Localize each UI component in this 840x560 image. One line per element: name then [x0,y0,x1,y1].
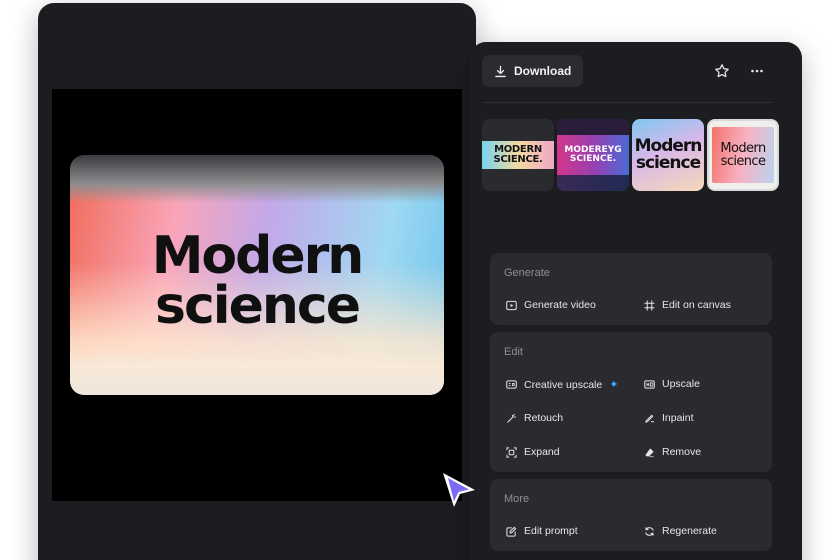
more-horizontal-icon [751,69,763,73]
thumbnail-2[interactable]: MODEREYG SCIENCE. [557,119,629,191]
download-button[interactable]: Download [482,55,584,87]
upscale-button[interactable]: Upscale [644,378,700,390]
frame-icon [644,299,655,311]
edit-title: Edit [504,346,523,358]
generate-video-label: Generate video [524,299,596,311]
cursor-pointer-icon [443,473,475,507]
edit-prompt-button[interactable]: Edit prompt [506,525,578,537]
star-icon [715,64,729,78]
more-title: More [504,493,530,505]
editor-window: Modern science [38,3,476,560]
inpaint-button[interactable]: Inpaint [644,412,694,424]
generate-card: Generate Generate video Edit on canvas [490,253,772,325]
remove-label: Remove [662,446,702,458]
play-icon [506,300,517,310]
edit-card: Edit Creative upscale ✦ Upscale Retouch [490,332,772,472]
inpaint-icon [645,414,655,423]
sparkle-icon: ✦ [609,379,619,391]
regenerate-button[interactable]: Regenerate [644,525,717,537]
expand-icon [506,446,517,458]
thumbnail-3-text: Modern science [635,138,703,173]
actions-panel: Download MODERN SCIENCE. MODEREYG SCIENC… [470,42,802,560]
hd-icon [644,379,655,389]
favorite-button[interactable] [711,60,733,82]
inpaint-label: Inpaint [662,412,694,424]
generate-title: Generate [504,267,550,279]
download-label: Download [514,64,572,78]
canvas-area[interactable]: Modern science [52,89,462,501]
download-icon [495,65,506,77]
variation-thumbnails: MODERN SCIENCE. MODEREYG SCIENCE. Modern… [482,119,779,191]
panel-divider [482,102,772,103]
retouch-button[interactable]: Retouch [506,412,563,424]
thumbnail-3[interactable]: Modern science [632,119,704,191]
preview-line-2: science [155,276,361,336]
thumbnail-2-text: MODEREYG SCIENCE. [564,146,621,164]
upscale-label: Upscale [662,378,700,390]
thumbnail-1-text: MODERN SCIENCE. [493,145,542,165]
stage: Modern science Download MODERN SCIENCE. … [0,0,840,560]
edit-prompt-icon [506,526,517,537]
edit-prompt-label: Edit prompt [524,525,578,537]
creative-upscale-button[interactable]: Creative upscale ✦ [506,378,618,391]
thumbnail-3-line-2: science [635,153,701,173]
creative-upscale-label: Creative upscale [524,378,603,391]
thumbnail-1-line-2: SCIENCE. [493,154,543,165]
more-card: More Edit prompt Regenerate [490,479,772,551]
thumbnail-2-line-2: SCIENCE. [569,154,617,164]
generate-video-button[interactable]: Generate video [506,299,596,311]
edit-on-canvas-button[interactable]: Edit on canvas [644,299,731,311]
more-options-button[interactable] [746,60,768,82]
preview-headline: Modern science [70,226,444,336]
remove-button[interactable]: Remove [644,446,701,458]
regenerate-icon [645,526,654,536]
thumbnail-4-selected[interactable]: Modern science [707,119,779,191]
upscale-icon [506,380,517,389]
thumbnail-4-line-2: science [720,154,766,169]
image-preview: Modern science [70,155,444,395]
wand-icon [507,413,517,423]
thumbnail-4-text: Modern science [720,142,766,169]
retouch-label: Retouch [524,412,564,424]
regenerate-label: Regenerate [662,525,717,537]
expand-button[interactable]: Expand [506,446,560,458]
edit-on-canvas-label: Edit on canvas [662,299,731,311]
expand-label: Expand [524,446,560,458]
thumbnail-1[interactable]: MODERN SCIENCE. [482,119,554,191]
preview-line-1: Modern [151,226,365,286]
eraser-icon [645,447,654,457]
